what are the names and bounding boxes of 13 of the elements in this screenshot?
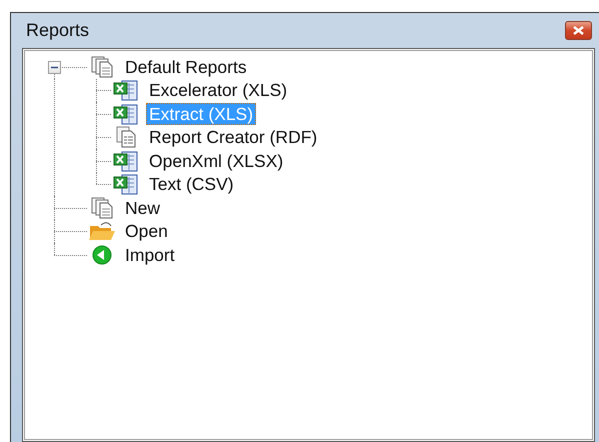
tree-item[interactable]: Report Creator (RDF) bbox=[146, 126, 320, 148]
close-icon bbox=[572, 26, 585, 35]
folder-icon bbox=[87, 220, 117, 242]
tree-item[interactable]: Default Reports bbox=[122, 56, 250, 78]
tree-item[interactable]: Open bbox=[122, 220, 171, 242]
tree-item[interactable]: New bbox=[122, 196, 164, 219]
tree-item[interactable]: Text (CSV) bbox=[146, 173, 237, 196]
tree-item[interactable]: OpenXml (XLSX) bbox=[146, 150, 286, 172]
tree-item[interactable]: Excelerator (XLS) bbox=[146, 79, 290, 102]
tree-item[interactable]: Import bbox=[122, 244, 178, 266]
window-title: Reports bbox=[26, 20, 90, 41]
collapse-toggle[interactable] bbox=[48, 60, 61, 74]
close-button[interactable] bbox=[565, 21, 592, 40]
